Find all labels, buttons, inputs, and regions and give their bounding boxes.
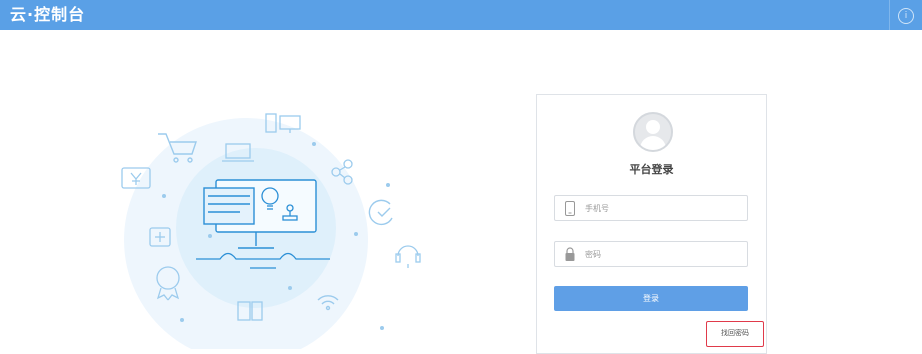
password-input[interactable] — [585, 245, 740, 263]
top-bar-divider — [889, 0, 890, 30]
refresh-check-icon — [368, 199, 393, 225]
info-icon[interactable]: i — [898, 8, 914, 24]
brand-title: 云·控制台 — [10, 5, 86, 24]
login-title: 平台登录 — [629, 163, 674, 176]
hero-illustration — [121, 113, 421, 349]
phone-input[interactable] — [585, 199, 740, 217]
phone-field[interactable] — [554, 195, 748, 221]
user-avatar-icon — [633, 112, 673, 152]
password-field[interactable] — [554, 241, 748, 267]
forgot-password-link[interactable]: 找回密码 — [706, 321, 764, 347]
mobile-phone-icon — [565, 201, 575, 216]
login-panel: 平台登录 登录 找回密码 — [536, 94, 767, 354]
top-bar: 云·控制台 i — [0, 0, 922, 30]
headset-icon — [395, 245, 421, 268]
login-button[interactable]: 登录 — [554, 286, 748, 311]
lock-icon — [565, 247, 575, 261]
